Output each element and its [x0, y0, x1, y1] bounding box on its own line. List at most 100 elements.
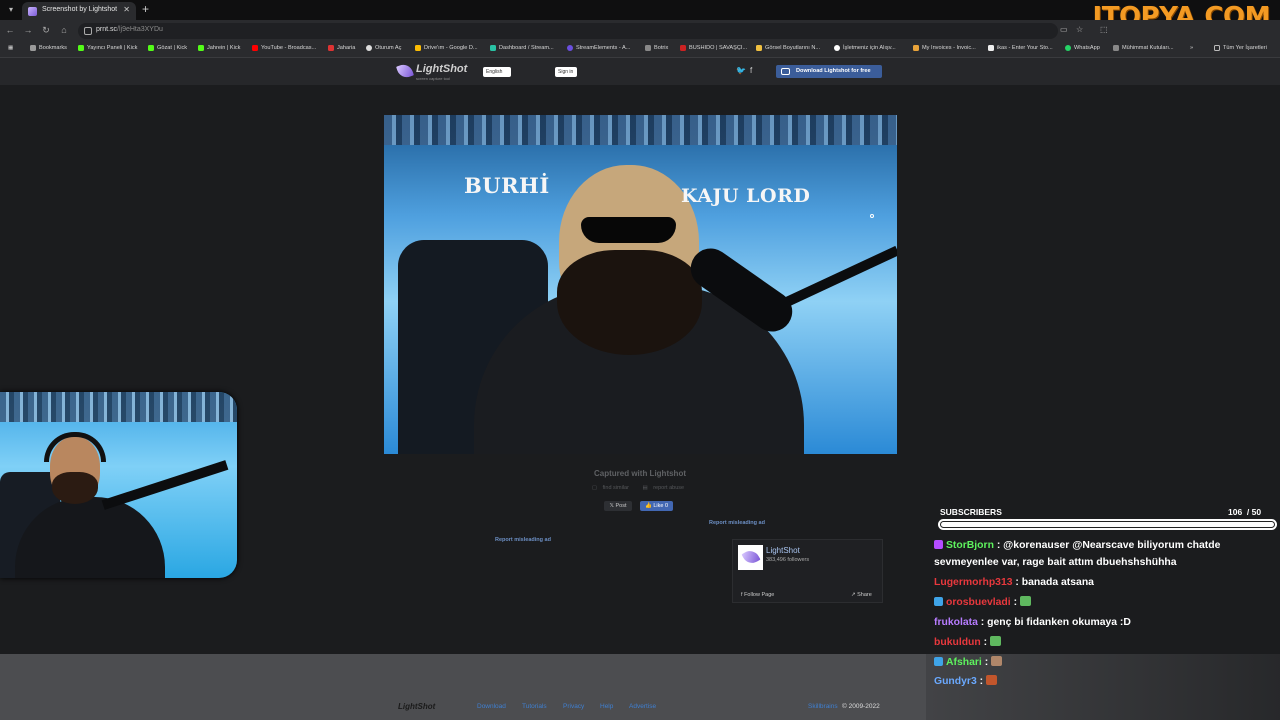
- chat-text: :: [1013, 597, 1018, 608]
- bookmark-item[interactable]: Mühimmat Kutuları...: [1113, 45, 1174, 51]
- bookmark-label: Tüm Yer İşaretleri: [1223, 45, 1267, 51]
- bookmark-item[interactable]: Gözat | Kick: [148, 45, 187, 51]
- bookmark-label: WhatsApp: [1074, 45, 1100, 51]
- cast-icon[interactable]: ▭: [1060, 25, 1068, 34]
- facebook-like-button[interactable]: 👍 Like 0: [640, 501, 673, 511]
- tab-lightshot[interactable]: Screenshot by Lightshot ✕: [22, 2, 136, 20]
- footer-link-download[interactable]: Download: [477, 703, 506, 710]
- back-icon[interactable]: ←: [4, 25, 16, 35]
- bookmark-item[interactable]: Bookmarks: [30, 45, 67, 51]
- footer-link-tutorials[interactable]: Tutorials: [522, 703, 547, 710]
- person-beard: [557, 250, 702, 355]
- bookmark-label: Yayıncı Paneli | Kick: [87, 45, 138, 51]
- chat-username[interactable]: bukuldun: [934, 637, 981, 648]
- bookmark-item[interactable]: WhatsApp: [1065, 45, 1100, 51]
- site-info-icon[interactable]: [84, 27, 92, 35]
- bookmark-label: Gözat | Kick: [157, 45, 188, 51]
- bookmark-item[interactable]: Oturum Aç: [366, 45, 401, 51]
- new-tab-icon[interactable]: +: [142, 2, 149, 16]
- sign-in-button[interactable]: Sign in: [555, 67, 577, 77]
- x-post-button[interactable]: 𝕏 Post: [604, 501, 632, 511]
- address-bar[interactable]: prnt.sc/lj9eHta3XYDu: [78, 23, 1058, 39]
- all-bookmarks-folder[interactable]: Tüm Yer İşaretleri: [1214, 45, 1267, 51]
- bookmark-item[interactable]: YouTube - Broadcas...: [252, 45, 316, 51]
- money-emote-icon: [990, 636, 1001, 646]
- chat-text: :: [984, 657, 989, 668]
- bookmark-star-icon[interactable]: ☆: [1076, 25, 1083, 34]
- badge-icon: [934, 657, 943, 666]
- bookmark-item[interactable]: Botrix: [645, 45, 668, 51]
- bookmark-item[interactable]: Yayıncı Paneli | Kick: [78, 45, 137, 51]
- follow-label: Follow Page: [744, 592, 775, 598]
- lightshot-logo[interactable]: LightShot: [416, 63, 467, 75]
- chat-username[interactable]: orosbuevladi: [946, 597, 1011, 608]
- screen: ▾ Screenshot by Lightshot ✕ + ITOPYA.COM…: [0, 0, 1280, 720]
- extension-icon[interactable]: ⬚: [1100, 25, 1108, 34]
- footer-link-skillbrains[interactable]: Skillbrains: [808, 703, 838, 710]
- footer-link-help[interactable]: Help: [600, 703, 613, 710]
- screenshot-image[interactable]: BURHİ KAJU LORD: [384, 115, 897, 454]
- bookmark-item[interactable]: Jahrein | Kick: [198, 45, 240, 51]
- badge-icon: [934, 597, 943, 606]
- chat-text: : banada atsana: [1015, 577, 1094, 588]
- subscribers-goal-label: SUBSCRIBERS: [940, 507, 1002, 517]
- close-tab-icon[interactable]: ✕: [123, 5, 130, 14]
- language-select[interactable]: English: [483, 67, 511, 77]
- download-lightshot-button[interactable]: Download Lightshot for free: [776, 65, 882, 78]
- chat-text: : genç bi fidanken okumaya :D: [980, 617, 1131, 628]
- chat-username[interactable]: Afshari: [946, 657, 982, 668]
- post-label: Post: [615, 503, 627, 509]
- share-button[interactable]: ↗ Share: [851, 592, 872, 598]
- chat-username[interactable]: Lugermorhp313: [934, 577, 1013, 588]
- bookmark-item[interactable]: Dashboard / Stream...: [490, 45, 554, 51]
- bookmark-label: Görsel Boyutlarını N...: [765, 45, 821, 51]
- webcam-overlay: [0, 392, 237, 578]
- bookmark-item[interactable]: BUSHIDO | SAVAŞÇI...: [680, 45, 747, 51]
- apps-icon[interactable]: ▦: [8, 45, 13, 51]
- report-misleading-ad-link[interactable]: Report misleading ad: [709, 520, 765, 526]
- footer-logo[interactable]: LightShot: [398, 702, 435, 711]
- fb-page-name[interactable]: LightShot: [766, 546, 800, 555]
- more-bookmarks-icon[interactable]: »: [1190, 45, 1193, 51]
- forward-icon[interactable]: →: [22, 25, 34, 35]
- find-similar-label: find similar: [602, 485, 629, 491]
- facebook-icon[interactable]: f: [750, 66, 752, 75]
- bookmark-item[interactable]: StreamElements - A...: [567, 45, 630, 51]
- facebook-icon: f: [741, 592, 743, 598]
- google-icon: [834, 45, 840, 51]
- bookmark-item[interactable]: Drive'ım - Google D...: [415, 45, 478, 51]
- image-resize-icon: [756, 45, 762, 51]
- bookmark-item[interactable]: İşletmeniz için Alışv...: [834, 45, 896, 51]
- kick-icon: [198, 45, 204, 51]
- chat-username[interactable]: frukolata: [934, 617, 978, 628]
- chat-username[interactable]: Gundyr3: [934, 676, 977, 687]
- follow-page-button[interactable]: f Follow Page: [741, 592, 774, 598]
- chat-message: Lugermorhp313 : banada atsana: [934, 574, 1274, 591]
- streamelements-icon: [567, 45, 573, 51]
- chat-message: StorBjorn : @korenauser @Nearscave biliy…: [934, 537, 1274, 571]
- tab-search-icon[interactable]: ▾: [4, 4, 18, 16]
- bookmark-label: Drive'ım - Google D...: [424, 45, 478, 51]
- jaharia-icon: [328, 45, 334, 51]
- chat-username[interactable]: StorBjorn: [946, 540, 994, 551]
- home-icon[interactable]: ⌂: [58, 25, 70, 35]
- footer-link-privacy[interactable]: Privacy: [563, 703, 584, 710]
- bookmark-item[interactable]: Jaharia: [328, 45, 355, 51]
- bookmark-item[interactable]: My Invoices - Invoic...: [913, 45, 976, 51]
- report-abuse-link[interactable]: ▤ report abuse: [642, 485, 688, 491]
- reload-icon[interactable]: ↻: [40, 25, 52, 36]
- lightshot-header: LightShot screen capture tool English Si…: [0, 58, 1280, 85]
- lightshot-feather-icon: [396, 62, 414, 80]
- face-emote-icon: [991, 656, 1003, 666]
- chat-text: :: [979, 676, 984, 687]
- bookmark-item[interactable]: Görsel Boyutlarını N...: [756, 45, 820, 51]
- invoice-icon: [913, 45, 919, 51]
- lightshot-page-avatar[interactable]: [738, 545, 763, 570]
- twitter-icon[interactable]: 🐦: [736, 66, 746, 75]
- find-similar-link[interactable]: ▢ find similar: [592, 485, 633, 491]
- tab-title: Screenshot by Lightshot: [42, 6, 118, 13]
- chat-message: Afshari :: [934, 654, 1274, 671]
- footer-link-advertise[interactable]: Advertise: [629, 703, 656, 710]
- report-misleading-ad-link[interactable]: Report misleading ad: [495, 537, 551, 543]
- bookmark-item[interactable]: ikas - Enter Your Sto...: [988, 45, 1053, 51]
